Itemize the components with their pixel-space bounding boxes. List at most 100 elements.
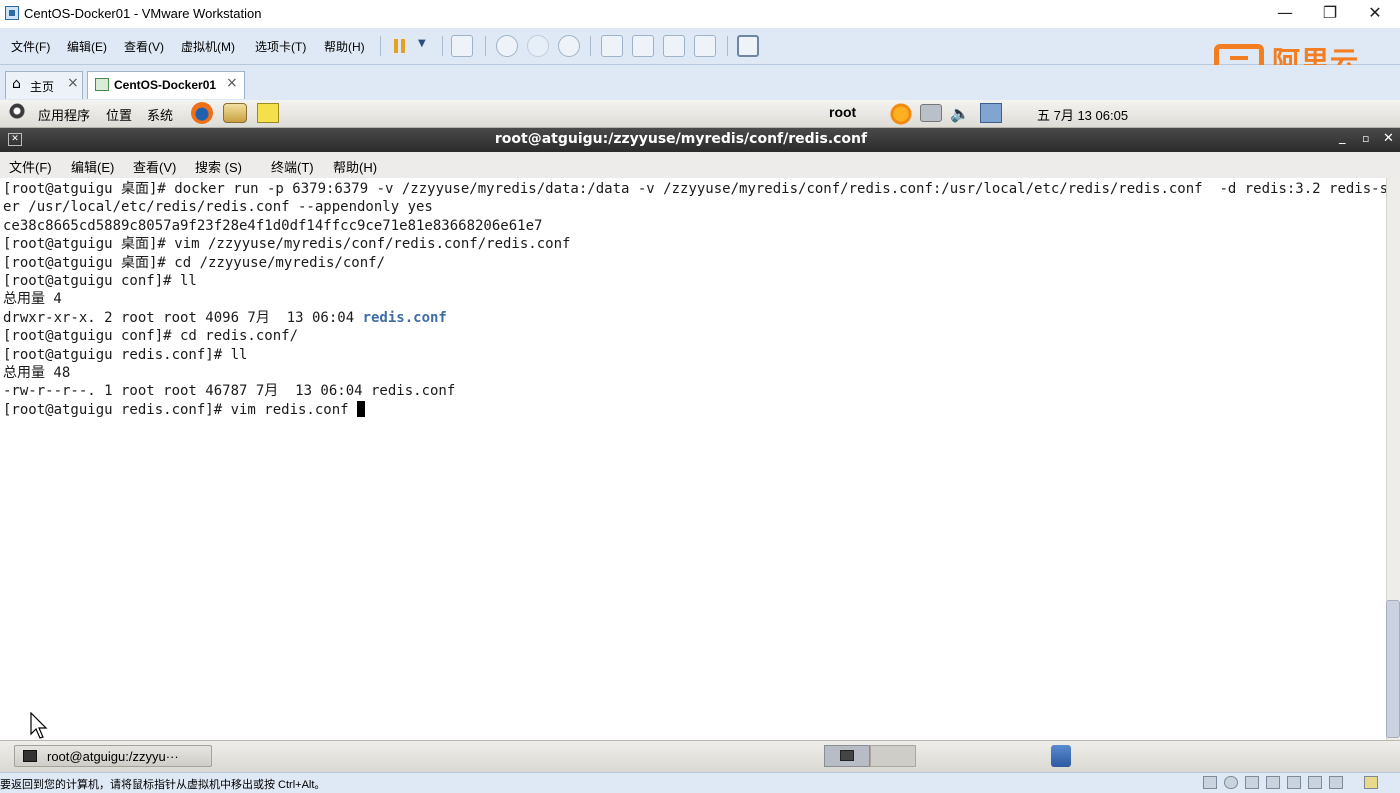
network-status-icon[interactable] bbox=[1245, 776, 1259, 789]
workspace-2[interactable] bbox=[870, 745, 916, 767]
vmware-status-bar: 要返回到您的计算机，请将鼠标指针从虚拟机中移出或按 Ctrl+Alt。 bbox=[0, 772, 1400, 793]
terminal-line: [root@atguigu redis.conf]# ll bbox=[3, 346, 248, 363]
terminal-icon bbox=[23, 750, 37, 762]
hdd-status-icon[interactable] bbox=[1203, 776, 1217, 789]
mail-icon[interactable] bbox=[223, 103, 247, 123]
vm-menu-view[interactable]: 查看(V) bbox=[124, 38, 164, 55]
firefox-icon[interactable] bbox=[191, 102, 213, 124]
usb-status-icon[interactable] bbox=[1287, 776, 1301, 789]
terminal-title-bar: ✕ root@atguigu:/zzyyuse/myredis/conf/red… bbox=[0, 128, 1400, 152]
terminal-line: er /usr/local/etc/redis/redis.conf --app… bbox=[3, 199, 433, 216]
terminal-line: 总用量 48 bbox=[3, 365, 71, 382]
network-icon[interactable] bbox=[920, 104, 942, 122]
tab-centos-docker01[interactable]: CentOS-Docker01 × bbox=[87, 71, 245, 99]
panel-clock[interactable]: 五 7月 13 06:05 bbox=[1037, 105, 1128, 124]
notes-icon[interactable] bbox=[257, 103, 279, 123]
terminal-line: [root@atguigu 桌面]# cd /zzyyuse/myredis/c… bbox=[3, 254, 386, 271]
toolbar-separator bbox=[590, 36, 591, 56]
volume-icon[interactable]: 🔈 bbox=[950, 104, 970, 123]
display-status-icon[interactable] bbox=[1329, 776, 1343, 789]
vmware-app-icon bbox=[5, 6, 19, 20]
message-status-icon[interactable] bbox=[1364, 776, 1378, 789]
minimize-button[interactable]: — bbox=[1262, 0, 1308, 28]
terminal-menubar: 文件(F) 编辑(E) 查看(V) 搜索 (S) 终端(T) 帮助(H) bbox=[0, 152, 1400, 179]
terminal-menu-view[interactable]: 查看(V) bbox=[133, 157, 176, 176]
gnome-top-panel: 应用程序 位置 系统 root 🔈 五 7月 13 06:05 bbox=[0, 100, 1400, 128]
terminal-maximize-button[interactable]: ▫ bbox=[1362, 132, 1369, 145]
panel-menu-system[interactable]: 系统 bbox=[147, 105, 173, 124]
dropdown-arrow-icon: ▼ bbox=[418, 38, 426, 49]
panel-menu-places[interactable]: 位置 bbox=[106, 105, 132, 124]
sound-status-icon[interactable] bbox=[1308, 776, 1322, 789]
terminal-lines: [root@atguigu 桌面]# docker run -p 6379:63… bbox=[3, 180, 1400, 419]
terminal-line: ce38c8665cd5889c8057a9f23f28e4f1d0df14ff… bbox=[3, 217, 543, 234]
toolbar-separator bbox=[727, 36, 728, 56]
terminal-menu-file[interactable]: 文件(F) bbox=[9, 157, 52, 176]
workspace-1[interactable] bbox=[824, 745, 870, 767]
workspace-terminal-icon bbox=[840, 750, 854, 761]
terminal-line: [root@atguigu conf]# ll bbox=[3, 273, 197, 290]
library-view-icon[interactable] bbox=[601, 35, 623, 57]
tab-vm-label: CentOS-Docker01 bbox=[114, 78, 217, 92]
terminal-menu-search[interactable]: 搜索 (S) bbox=[195, 157, 242, 176]
terminal-cursor bbox=[357, 400, 366, 417]
printer-status-icon[interactable] bbox=[1266, 776, 1280, 789]
display-icon[interactable] bbox=[980, 103, 1002, 123]
terminal-menu-help[interactable]: 帮助(H) bbox=[333, 157, 377, 176]
gnome-bottom-panel: root@atguigu:/zzyyu··· bbox=[0, 740, 1400, 773]
console-view-icon[interactable] bbox=[737, 35, 759, 57]
tab-home[interactable]: ⌂ 主页 × bbox=[5, 71, 83, 99]
terminal-menu-edit[interactable]: 编辑(E) bbox=[71, 157, 114, 176]
directory-entry: redis.conf bbox=[362, 309, 447, 326]
tab-home-label: 主页 bbox=[30, 80, 55, 94]
mouse-pointer-icon bbox=[30, 712, 48, 739]
terminal-scrollbar-thumb[interactable] bbox=[1386, 600, 1400, 738]
terminal-line: [root@atguigu 桌面]# docker run -p 6379:63… bbox=[3, 181, 1400, 197]
vm-menu-vm[interactable]: 虚拟机(M) bbox=[181, 38, 235, 55]
terminal-line: [root@atguigu redis.conf]# vim redis.con… bbox=[3, 400, 1400, 419]
status-hint: 要返回到您的计算机，请将鼠标指针从虚拟机中移出或按 Ctrl+Alt。 bbox=[0, 779, 326, 791]
toolbar-separator bbox=[380, 36, 381, 56]
pause-button[interactable]: ▼ bbox=[392, 35, 432, 57]
terminal-title: root@atguigu:/zzyyuse/myredis/conf/redis… bbox=[494, 131, 868, 147]
taskbar-item-terminal[interactable]: root@atguigu:/zzyyu··· bbox=[14, 745, 212, 767]
snapshot-icon[interactable] bbox=[496, 35, 518, 57]
vmware-menubar: 文件(F) 编辑(E) 查看(V) 虚拟机(M) 选项卡(T) 帮助(H) ▼ bbox=[0, 28, 1400, 65]
update-sun-icon[interactable] bbox=[890, 103, 912, 125]
terminal-menu-terminal[interactable]: 终端(T) bbox=[271, 157, 314, 176]
send-ctrl-alt-del-icon[interactable] bbox=[451, 35, 473, 57]
vm-menu-edit[interactable]: 编辑(E) bbox=[67, 38, 107, 55]
panel-username: root bbox=[829, 104, 857, 120]
tab-home-close-icon[interactable]: × bbox=[67, 75, 79, 91]
unity-icon[interactable] bbox=[694, 35, 716, 57]
terminal-minimize-button[interactable]: _ bbox=[1339, 130, 1346, 145]
close-button[interactable]: ✕ bbox=[1352, 0, 1398, 28]
terminal-line: 总用量 4 bbox=[3, 291, 62, 308]
fullscreen-icon[interactable] bbox=[663, 35, 685, 57]
thumbnail-view-icon[interactable] bbox=[632, 35, 654, 57]
gnome-foot-icon bbox=[9, 103, 29, 123]
terminal-prompt-line: [root@atguigu redis.conf]# vim redis.con… bbox=[3, 401, 358, 418]
terminal-line: -rw-r--r--. 1 root root 46787 7月 13 06:0… bbox=[3, 383, 456, 400]
vm-menu-file[interactable]: 文件(F) bbox=[11, 38, 50, 55]
vmware-tab-bar: ⌂ 主页 × CentOS-Docker01 × bbox=[0, 65, 1400, 100]
revert-snapshot-icon[interactable] bbox=[527, 35, 549, 57]
vmware-title-bar: CentOS-Docker01 - VMware Workstation — ❐… bbox=[0, 0, 1400, 28]
terminal-line: [root@atguigu conf]# cd redis.conf/ bbox=[3, 328, 299, 345]
vm-icon bbox=[95, 78, 109, 91]
restore-button[interactable]: ❐ bbox=[1307, 0, 1353, 28]
terminal-output[interactable]: [root@atguigu 桌面]# docker run -p 6379:63… bbox=[0, 178, 1400, 740]
toolbar-separator bbox=[442, 36, 443, 56]
terminal-line: drwxr-xr-x. 2 root root 4096 7月 13 06:04… bbox=[3, 309, 1400, 327]
tab-vm-close-icon[interactable]: × bbox=[226, 75, 238, 91]
vm-menu-tabs[interactable]: 选项卡(T) bbox=[255, 38, 306, 55]
terminal-close-button[interactable]: ✕ bbox=[1383, 131, 1394, 146]
toolbar-separator bbox=[485, 36, 486, 56]
snapshot-manager-icon[interactable] bbox=[558, 35, 580, 57]
trash-icon[interactable] bbox=[1051, 745, 1071, 767]
cdrom-status-icon[interactable] bbox=[1224, 776, 1238, 789]
window-title: CentOS-Docker01 - VMware Workstation bbox=[24, 6, 262, 21]
terminal-line-text: drwxr-xr-x. 2 root root 4096 7月 13 06:04 bbox=[3, 309, 363, 326]
vm-menu-help[interactable]: 帮助(H) bbox=[324, 38, 365, 55]
panel-menu-applications[interactable]: 应用程序 bbox=[38, 105, 90, 124]
